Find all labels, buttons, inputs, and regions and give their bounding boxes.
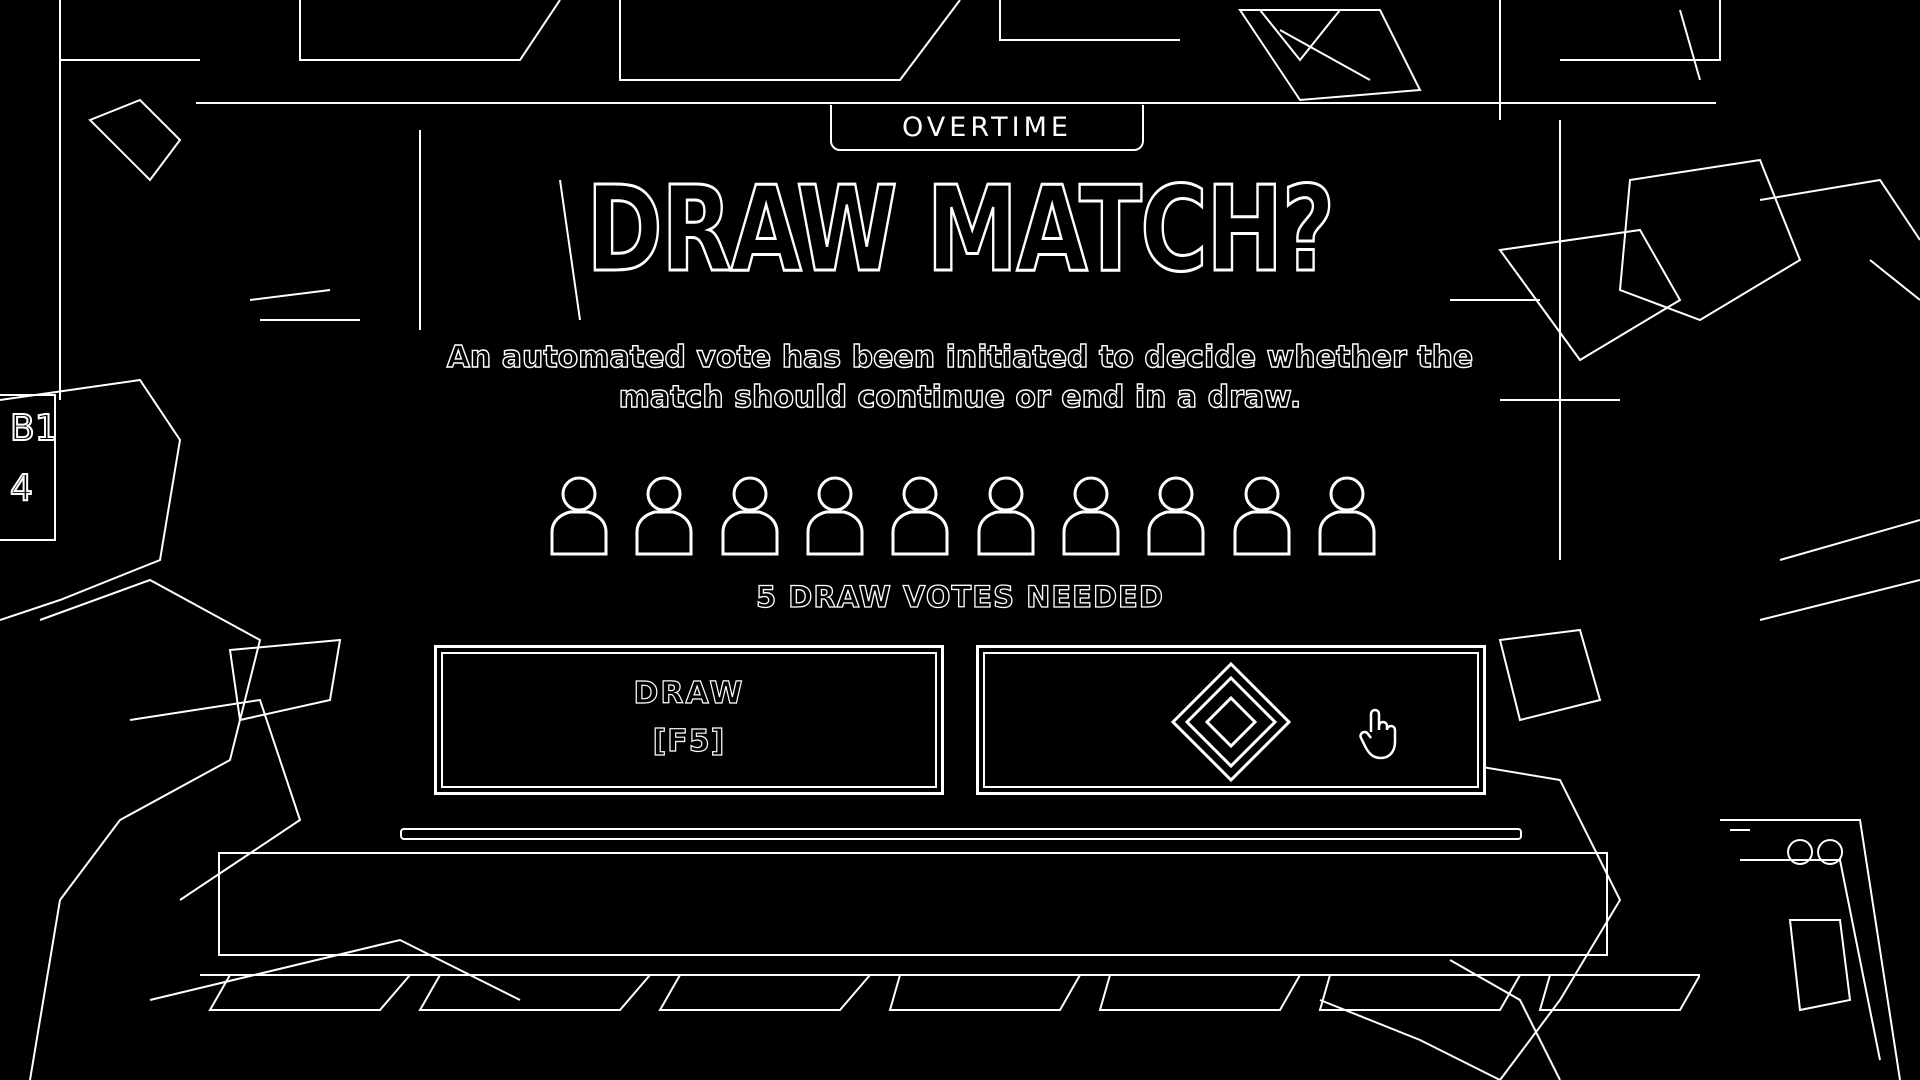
player-vote-slot: [975, 466, 1037, 558]
phase-tab: OVERTIME: [830, 105, 1144, 151]
player-silhouette-icon: [721, 476, 779, 556]
diamond-key-icon: [1170, 661, 1292, 783]
lower-panel: [218, 852, 1608, 956]
game-screen: B1 4 OVERTIME DRAW MATCH? An automated v…: [0, 0, 1920, 1080]
vote-title: DRAW MATCH?: [585, 160, 1336, 298]
draw-button-label: DRAW: [633, 675, 745, 711]
player-silhouette-icon: [1062, 476, 1120, 556]
player-silhouette-icon: [977, 476, 1035, 556]
player-silhouette-icon: [1147, 476, 1205, 556]
phase-label: OVERTIME: [902, 111, 1072, 143]
bottom-vent-strip: [200, 974, 1700, 1011]
player-silhouette-icon: [1318, 476, 1376, 556]
player-silhouette-icon: [1233, 476, 1291, 556]
votes-needed-text: 5 DRAW VOTES NEEDED: [755, 579, 1164, 614]
player-vote-slot: [548, 466, 610, 558]
player-vote-slot: [633, 466, 695, 558]
player-vote-slot: [1145, 466, 1207, 558]
continue-button[interactable]: [976, 645, 1486, 795]
player-vote-slot: [889, 466, 951, 558]
hand-pointer-icon: [1359, 708, 1397, 760]
svg-text:B1: B1: [10, 408, 58, 449]
vote-description: An automated vote has been initiated to …: [420, 338, 1500, 418]
panel-rail: [400, 828, 1522, 840]
player-vote-row: [548, 466, 1378, 558]
player-vote-slot: [804, 466, 866, 558]
vote-description-line-2: match should continue or end in a draw.: [618, 379, 1302, 415]
player-vote-slot: [1231, 466, 1293, 558]
draw-button[interactable]: DRAW [F5]: [434, 645, 944, 795]
player-silhouette-icon: [806, 476, 864, 556]
svg-text:4: 4: [10, 468, 33, 509]
player-vote-slot: [1060, 466, 1122, 558]
player-silhouette-icon: [550, 476, 608, 556]
draw-button-keybind: [F5]: [652, 723, 726, 759]
player-silhouette-icon: [891, 476, 949, 556]
player-vote-slot: [719, 466, 781, 558]
vote-description-line-1: An automated vote has been initiated to …: [446, 339, 1474, 375]
player-vote-slot: [1316, 466, 1378, 558]
player-silhouette-icon: [635, 476, 693, 556]
